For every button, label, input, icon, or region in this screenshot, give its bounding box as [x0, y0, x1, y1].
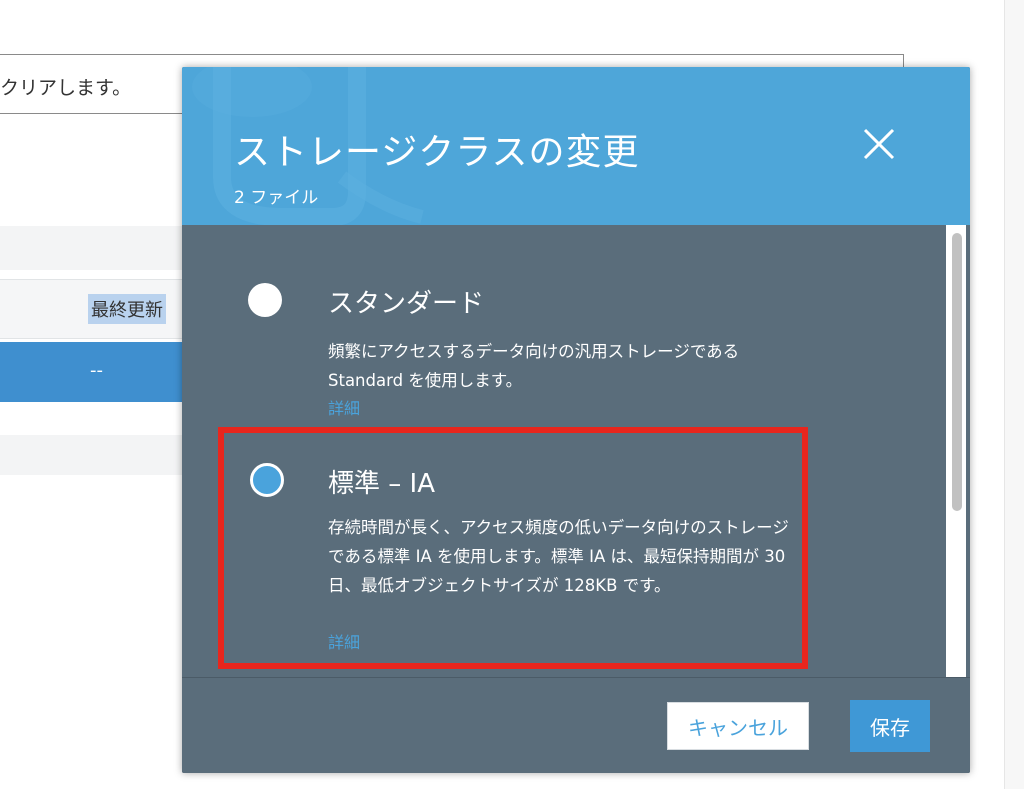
storage-option-standard-ia[interactable]: 標準 – IA 存続時間が長く、アクセス頻度の低いデータ向けのストレージである標…	[218, 427, 808, 669]
details-link[interactable]: 詳細	[328, 395, 360, 419]
option-description: 頻繁にアクセスするデータ向けの汎用ストレージである Standard を使用しま…	[328, 342, 740, 390]
change-storage-class-dialog: ストレージクラスの変更 2 ファイル スタンダード 頻繁にアクセスするデータ向け…	[182, 67, 970, 773]
details-link[interactable]: 詳細	[328, 629, 360, 653]
storage-option-standard[interactable]: スタンダード 頻繁にアクセスするデータ向けの汎用ストレージである Standar…	[218, 245, 808, 425]
option-title: 標準 – IA	[328, 469, 435, 499]
page-scrollbar[interactable]	[1004, 0, 1024, 789]
dialog-footer: キャンセル 保存	[182, 677, 970, 773]
cancel-button[interactable]: キャンセル	[667, 702, 809, 750]
dialog-subtitle: 2 ファイル	[234, 188, 319, 208]
scroll-thumb[interactable]	[952, 233, 962, 511]
dialog-header: ストレージクラスの変更 2 ファイル	[182, 67, 970, 225]
dialog-body: スタンダード 頻繁にアクセスするデータ向けの汎用ストレージである Standar…	[182, 225, 970, 677]
close-icon[interactable]	[858, 123, 900, 165]
radio-standard-ia[interactable]	[250, 463, 284, 497]
dialog-title: ストレージクラスの変更	[234, 132, 640, 173]
column-header-last-modified[interactable]: 最終更新	[88, 294, 166, 324]
option-title: スタンダード	[328, 289, 485, 319]
save-button[interactable]: 保存	[850, 700, 930, 752]
dialog-scrollbar[interactable]	[946, 225, 966, 677]
option-description: 存続時間が長く、アクセス頻度の低いデータ向けのストレージである標準 IA を使用…	[328, 518, 789, 595]
radio-standard[interactable]	[248, 283, 282, 317]
notice-text: クリアします。	[0, 77, 132, 99]
row-last-modified-value: --	[90, 360, 103, 381]
